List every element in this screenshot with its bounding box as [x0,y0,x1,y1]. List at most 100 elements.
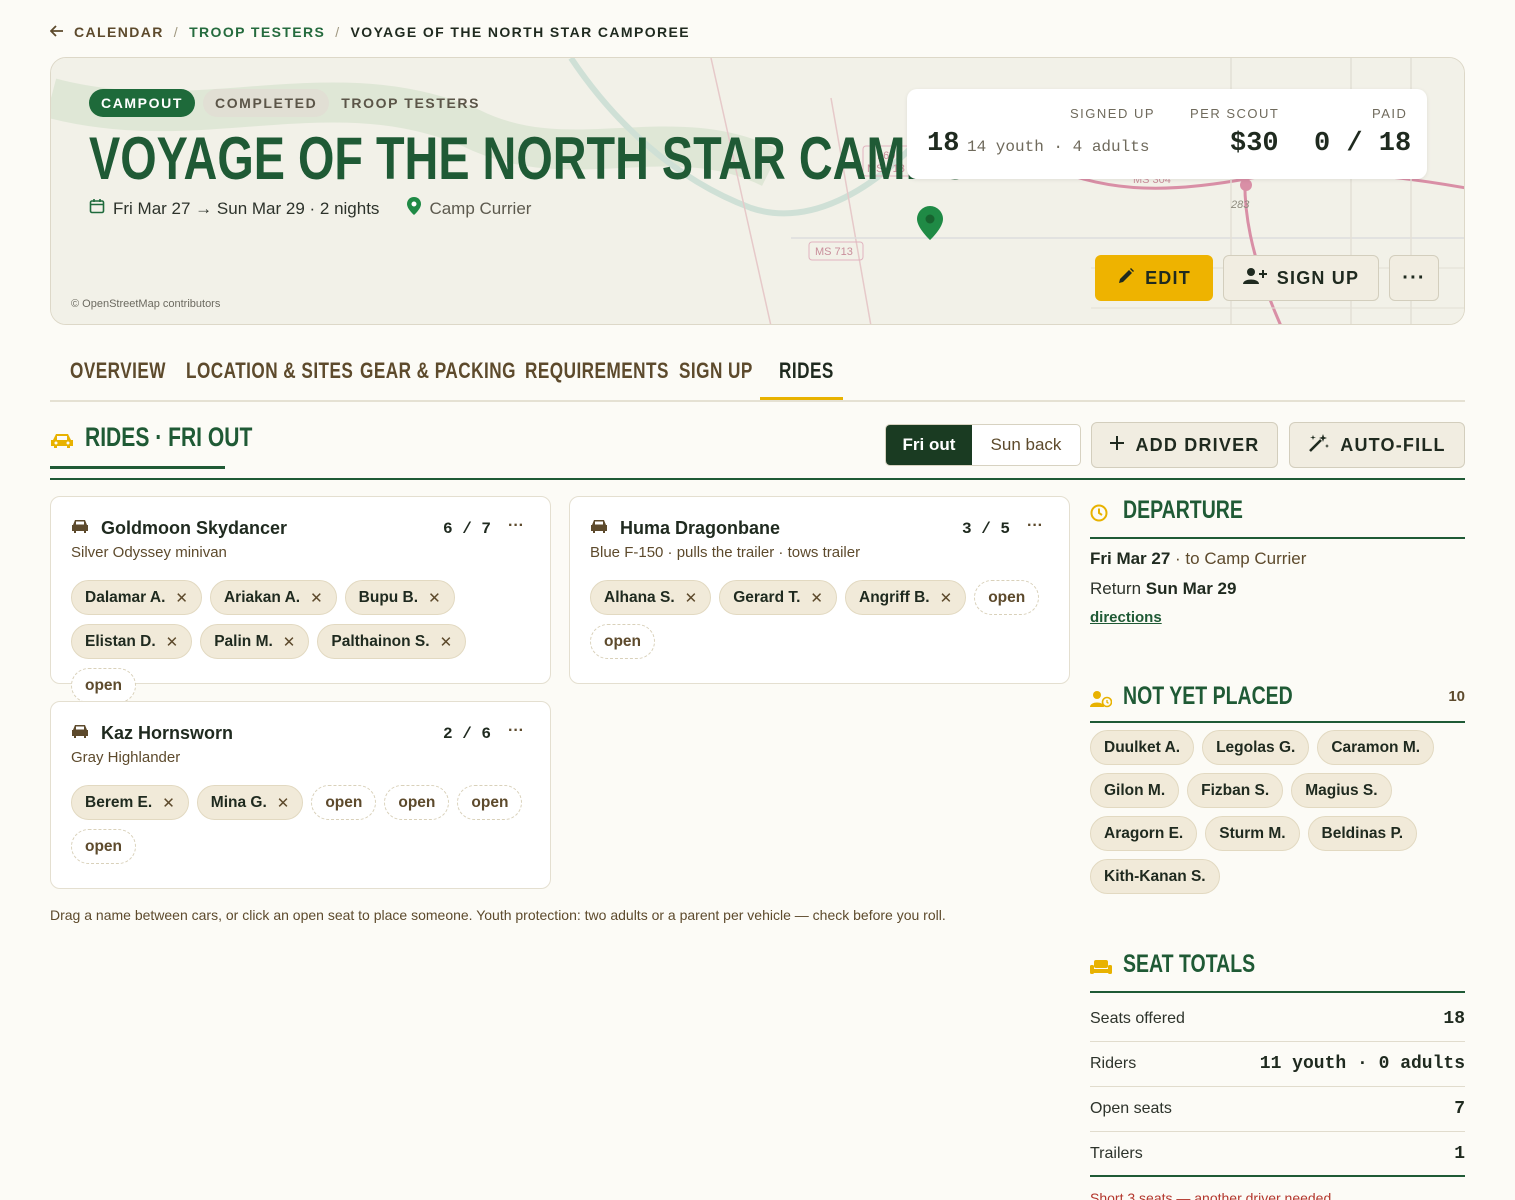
unplaced-chip[interactable]: Beldinas P. [1307,816,1418,851]
unplaced-chip[interactable]: Aragorn E. [1090,816,1198,851]
rider-name: Mina G. [210,793,267,811]
section-divider [1090,537,1465,539]
directions-link[interactable]: directions [1090,609,1162,626]
toggle-sun-back[interactable]: Sun back [972,425,1080,465]
event-location[interactable]: Camp Currier [407,197,531,220]
rider-chip[interactable]: Elistan D. ✕ [71,624,193,659]
per-scout-label: PER SCOUT [1190,106,1280,121]
open-seat[interactable]: open [384,785,450,820]
more-actions-button[interactable]: ··· [1389,255,1439,301]
tab-sign-up[interactable]: SIGN UP [679,358,753,384]
totals-value: 1 [1454,1143,1465,1164]
calendar-icon [89,198,105,219]
rider-chip[interactable]: Gerard T. ✕ [719,580,837,615]
totals-value: 18 [1443,1009,1465,1029]
auto-fill-label: AUTO-FILL [1340,434,1446,455]
tab-location-sites[interactable]: LOCATION & SITES [186,358,353,384]
totals-row-open-seats: Open seats 7 [1090,1087,1465,1132]
rider-chip[interactable]: Palthainon S. ✕ [317,624,467,659]
rider-chip[interactable]: Ariakan A. ✕ [209,580,337,615]
unplaced-chip[interactable]: Caramon M. [1317,730,1435,765]
auto-fill-button[interactable]: AUTO-FILL [1289,422,1465,468]
rider-chip[interactable]: Angriff B. ✕ [845,580,967,615]
breadcrumb-separator: / [173,24,180,40]
arrow-left-icon[interactable] [49,24,64,40]
unplaced-chip[interactable]: Sturm M. [1205,816,1300,851]
remove-icon[interactable]: ✕ [277,794,290,812]
remove-icon[interactable]: ✕ [162,794,175,812]
car-header: Huma Dragonbane [590,518,780,539]
unplaced-chip[interactable]: Magius S. [1291,773,1392,808]
remove-icon[interactable]: ✕ [440,633,453,651]
breadcrumb-troop[interactable]: TROOP TESTERS [189,24,325,40]
breadcrumb-current: VOYAGE OF THE NORTH STAR CAMPOREE [350,24,690,40]
car-header: Kaz Hornsworn [71,723,233,744]
open-seat[interactable]: open [71,829,137,864]
return-date: Return Sun Mar 29 [1090,579,1236,599]
rider-name: Palthainon S. [331,632,430,650]
tab-overview[interactable]: OVERVIEW [70,358,166,384]
rider-chip[interactable]: Bupu B. ✕ [344,580,455,615]
direction-toggle: Fri out Sun back [885,424,1081,466]
section-divider [1090,991,1465,993]
event-hero: I 69 MS 713 MS 713 MS 304 283 CAMPOUT CO… [50,57,1465,325]
breadcrumb: CALENDAR / TROOP TESTERS / VOYAGE OF THE… [49,24,690,40]
map-pin-icon[interactable] [917,206,943,245]
rider-chip[interactable]: Palin M. ✕ [200,624,310,659]
toggle-fri-out[interactable]: Fri out [886,425,972,465]
car-menu-button[interactable]: ··· [508,722,524,740]
rider-name: Gerard T. [733,588,801,606]
edit-button[interactable]: EDIT [1095,255,1213,301]
unplaced-chip[interactable]: Legolas G. [1202,730,1310,765]
paid-label: PAID [1372,106,1408,121]
rider-chip[interactable]: Mina G. ✕ [196,785,304,820]
remove-icon[interactable]: ✕ [685,589,698,607]
tab-gear-packing[interactable]: GEAR & PACKING [360,358,516,384]
breadcrumb-calendar[interactable]: CALENDAR [74,24,164,40]
car-card[interactable]: Goldmoon Skydancer Silver Odyssey miniva… [50,496,551,703]
tab-requirements[interactable]: REQUIREMENTS [525,358,669,384]
rider-chip[interactable]: Alhana S. ✕ [590,580,712,615]
unplaced-chip[interactable]: Fizban S. [1187,773,1284,808]
tab-rides[interactable]: RIDES [779,358,834,384]
open-seat[interactable]: open [71,668,137,703]
remove-icon[interactable]: ✕ [428,589,441,607]
add-driver-button[interactable]: ADD DRIVER [1091,422,1278,468]
open-seat[interactable]: open [590,624,656,659]
driver-name: Kaz Hornsworn [101,723,234,743]
paid-value: 0 / 18 [1314,129,1412,159]
remove-icon[interactable]: ✕ [166,633,179,651]
unplaced-chip[interactable]: Gilon M. [1090,773,1180,808]
troop-badge[interactable]: TROOP TESTERS [337,89,492,117]
car-menu-button[interactable]: ··· [1027,517,1043,535]
return-day: Sun Mar 29 [1145,579,1237,598]
remove-icon[interactable]: ✕ [810,589,823,607]
totals-row-riders: Riders 11 youth · 0 adults [1090,1042,1465,1087]
open-seat[interactable]: open [457,785,523,820]
car-menu-button[interactable]: ··· [508,517,524,535]
remove-icon[interactable]: ✕ [175,589,188,607]
active-tab-indicator [760,397,843,400]
map-label: 283 [1230,199,1250,211]
driver-name: Goldmoon Skydancer [101,518,288,538]
departure-title: DEPARTURE [1123,496,1243,524]
totals-row-seats-offered: Seats offered 18 [1090,997,1465,1042]
unplaced-chip[interactable]: Kith-Kanan S. [1090,859,1220,894]
edit-label: EDIT [1145,267,1191,288]
remove-icon[interactable]: ✕ [940,589,953,607]
car-card[interactable]: Huma Dragonbane Blue F-150 · pulls the t… [569,496,1070,684]
open-seat[interactable]: open [974,580,1040,615]
rider-chip[interactable]: Berem E. ✕ [71,785,189,820]
remove-icon[interactable]: ✕ [283,633,296,651]
map-attribution[interactable]: © OpenStreetMap contributors [71,298,220,310]
remove-icon[interactable]: ✕ [310,589,323,607]
signed-up-detail: 14 youth · 4 adults [967,138,1150,156]
car-icon [71,519,89,538]
rider-chip[interactable]: Dalamar A. ✕ [71,580,202,615]
open-seat[interactable]: open [311,785,377,820]
sign-up-button[interactable]: SIGN UP [1223,255,1379,301]
add-driver-label: ADD DRIVER [1135,434,1260,455]
car-card[interactable]: Kaz Hornsworn Gray Highlander 2 / 6 ··· … [50,701,551,889]
car-icon [590,519,608,538]
unplaced-chip[interactable]: Duulket A. [1090,730,1195,765]
